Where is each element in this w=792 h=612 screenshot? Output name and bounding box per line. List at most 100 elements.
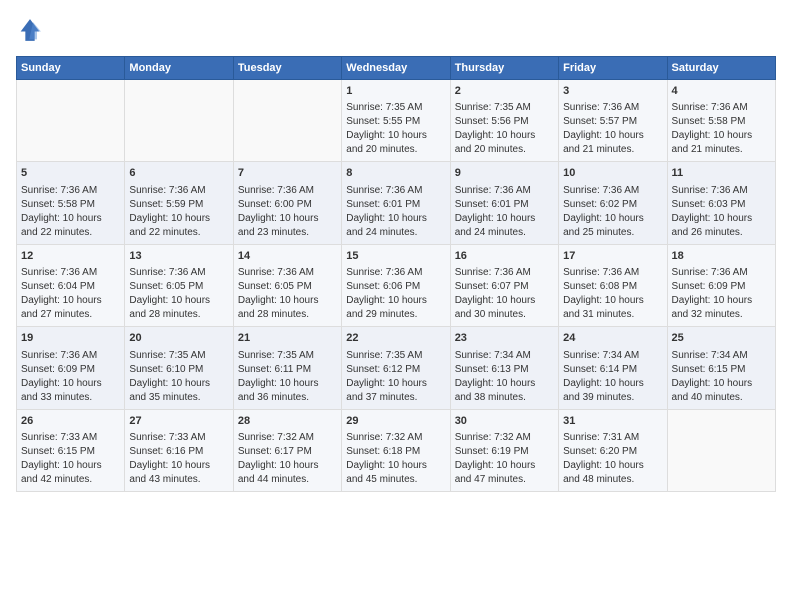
day-info: Sunrise: 7:32 AM Sunset: 6:17 PM Dayligh…: [238, 431, 337, 487]
calendar-cell: [17, 80, 125, 162]
weekday-header: Saturday: [667, 57, 775, 80]
sunrise-text: Sunrise: 7:33 AM: [21, 432, 97, 443]
day-number: 12: [21, 249, 120, 264]
sunrise-text: Sunrise: 7:36 AM: [563, 102, 639, 113]
day-info: Sunrise: 7:35 AM Sunset: 6:10 PM Dayligh…: [129, 349, 228, 405]
sunrise-text: Sunrise: 7:36 AM: [455, 185, 531, 196]
sunrise-text: Sunrise: 7:36 AM: [672, 185, 748, 196]
calendar-cell: 7 Sunrise: 7:36 AM Sunset: 6:00 PM Dayli…: [233, 162, 341, 244]
sunrise-text: Sunrise: 7:31 AM: [563, 432, 639, 443]
day-number: 6: [129, 166, 228, 181]
calendar-cell: [233, 80, 341, 162]
calendar-cell: 19 Sunrise: 7:36 AM Sunset: 6:09 PM Dayl…: [17, 327, 125, 409]
calendar-cell: 21 Sunrise: 7:35 AM Sunset: 6:11 PM Dayl…: [233, 327, 341, 409]
weekday-row: SundayMondayTuesdayWednesdayThursdayFrid…: [17, 57, 776, 80]
daylight-text: Daylight: 10 hours and 31 minutes.: [563, 295, 644, 320]
day-info: Sunrise: 7:36 AM Sunset: 6:01 PM Dayligh…: [455, 184, 554, 240]
day-info: Sunrise: 7:35 AM Sunset: 5:56 PM Dayligh…: [455, 101, 554, 157]
calendar-week-row: 5 Sunrise: 7:36 AM Sunset: 5:58 PM Dayli…: [17, 162, 776, 244]
day-number: 16: [455, 249, 554, 264]
sunset-text: Sunset: 6:18 PM: [346, 446, 420, 457]
daylight-text: Daylight: 10 hours and 45 minutes.: [346, 460, 427, 485]
calendar-cell: 26 Sunrise: 7:33 AM Sunset: 6:15 PM Dayl…: [17, 409, 125, 491]
daylight-text: Daylight: 10 hours and 35 minutes.: [129, 378, 210, 403]
day-info: Sunrise: 7:36 AM Sunset: 5:57 PM Dayligh…: [563, 101, 662, 157]
sunset-text: Sunset: 6:06 PM: [346, 281, 420, 292]
sunset-text: Sunset: 6:01 PM: [346, 199, 420, 210]
calendar-cell: 5 Sunrise: 7:36 AM Sunset: 5:58 PM Dayli…: [17, 162, 125, 244]
sunset-text: Sunset: 6:07 PM: [455, 281, 529, 292]
sunrise-text: Sunrise: 7:35 AM: [129, 350, 205, 361]
sunset-text: Sunset: 6:00 PM: [238, 199, 312, 210]
day-info: Sunrise: 7:36 AM Sunset: 6:05 PM Dayligh…: [129, 266, 228, 322]
sunrise-text: Sunrise: 7:35 AM: [238, 350, 314, 361]
sunrise-text: Sunrise: 7:32 AM: [238, 432, 314, 443]
daylight-text: Daylight: 10 hours and 44 minutes.: [238, 460, 319, 485]
sunset-text: Sunset: 6:20 PM: [563, 446, 637, 457]
day-info: Sunrise: 7:33 AM Sunset: 6:15 PM Dayligh…: [21, 431, 120, 487]
calendar-cell: 6 Sunrise: 7:36 AM Sunset: 5:59 PM Dayli…: [125, 162, 233, 244]
calendar-cell: 11 Sunrise: 7:36 AM Sunset: 6:03 PM Dayl…: [667, 162, 775, 244]
calendar-cell: 9 Sunrise: 7:36 AM Sunset: 6:01 PM Dayli…: [450, 162, 558, 244]
day-number: 23: [455, 331, 554, 346]
day-info: Sunrise: 7:36 AM Sunset: 6:09 PM Dayligh…: [672, 266, 771, 322]
sunrise-text: Sunrise: 7:36 AM: [672, 102, 748, 113]
weekday-header: Monday: [125, 57, 233, 80]
calendar-cell: 27 Sunrise: 7:33 AM Sunset: 6:16 PM Dayl…: [125, 409, 233, 491]
sunrise-text: Sunrise: 7:34 AM: [672, 350, 748, 361]
sunrise-text: Sunrise: 7:32 AM: [455, 432, 531, 443]
sunrise-text: Sunrise: 7:36 AM: [238, 185, 314, 196]
logo-icon: [16, 16, 44, 44]
day-info: Sunrise: 7:36 AM Sunset: 6:06 PM Dayligh…: [346, 266, 445, 322]
day-info: Sunrise: 7:36 AM Sunset: 6:04 PM Dayligh…: [21, 266, 120, 322]
day-number: 2: [455, 84, 554, 99]
daylight-text: Daylight: 10 hours and 24 minutes.: [346, 213, 427, 238]
daylight-text: Daylight: 10 hours and 26 minutes.: [672, 213, 753, 238]
day-info: Sunrise: 7:36 AM Sunset: 6:01 PM Dayligh…: [346, 184, 445, 240]
sunrise-text: Sunrise: 7:36 AM: [21, 185, 97, 196]
calendar-week-row: 19 Sunrise: 7:36 AM Sunset: 6:09 PM Dayl…: [17, 327, 776, 409]
sunrise-text: Sunrise: 7:36 AM: [455, 267, 531, 278]
day-number: 20: [129, 331, 228, 346]
weekday-header: Tuesday: [233, 57, 341, 80]
calendar-cell: 20 Sunrise: 7:35 AM Sunset: 6:10 PM Dayl…: [125, 327, 233, 409]
daylight-text: Daylight: 10 hours and 21 minutes.: [672, 130, 753, 155]
sunset-text: Sunset: 6:08 PM: [563, 281, 637, 292]
weekday-header: Thursday: [450, 57, 558, 80]
day-info: Sunrise: 7:36 AM Sunset: 6:03 PM Dayligh…: [672, 184, 771, 240]
calendar-cell: 12 Sunrise: 7:36 AM Sunset: 6:04 PM Dayl…: [17, 244, 125, 326]
calendar-week-row: 12 Sunrise: 7:36 AM Sunset: 6:04 PM Dayl…: [17, 244, 776, 326]
sunset-text: Sunset: 6:09 PM: [21, 364, 95, 375]
day-number: 8: [346, 166, 445, 181]
day-info: Sunrise: 7:35 AM Sunset: 5:55 PM Dayligh…: [346, 101, 445, 157]
sunrise-text: Sunrise: 7:36 AM: [129, 185, 205, 196]
day-info: Sunrise: 7:35 AM Sunset: 6:11 PM Dayligh…: [238, 349, 337, 405]
day-number: 31: [563, 414, 662, 429]
sunset-text: Sunset: 6:09 PM: [672, 281, 746, 292]
sunset-text: Sunset: 6:14 PM: [563, 364, 637, 375]
daylight-text: Daylight: 10 hours and 28 minutes.: [238, 295, 319, 320]
calendar-table: SundayMondayTuesdayWednesdayThursdayFrid…: [16, 56, 776, 492]
page-header: [16, 16, 776, 44]
day-number: 19: [21, 331, 120, 346]
calendar-cell: 29 Sunrise: 7:32 AM Sunset: 6:18 PM Dayl…: [342, 409, 450, 491]
calendar-cell: 10 Sunrise: 7:36 AM Sunset: 6:02 PM Dayl…: [559, 162, 667, 244]
sunset-text: Sunset: 6:11 PM: [238, 364, 311, 375]
sunrise-text: Sunrise: 7:36 AM: [563, 185, 639, 196]
calendar-cell: 31 Sunrise: 7:31 AM Sunset: 6:20 PM Dayl…: [559, 409, 667, 491]
sunrise-text: Sunrise: 7:34 AM: [563, 350, 639, 361]
sunset-text: Sunset: 6:19 PM: [455, 446, 529, 457]
calendar-cell: 13 Sunrise: 7:36 AM Sunset: 6:05 PM Dayl…: [125, 244, 233, 326]
day-info: Sunrise: 7:34 AM Sunset: 6:15 PM Dayligh…: [672, 349, 771, 405]
logo: [16, 16, 48, 44]
daylight-text: Daylight: 10 hours and 47 minutes.: [455, 460, 536, 485]
day-number: 22: [346, 331, 445, 346]
daylight-text: Daylight: 10 hours and 37 minutes.: [346, 378, 427, 403]
sunset-text: Sunset: 6:04 PM: [21, 281, 95, 292]
sunset-text: Sunset: 6:17 PM: [238, 446, 312, 457]
day-number: 26: [21, 414, 120, 429]
daylight-text: Daylight: 10 hours and 24 minutes.: [455, 213, 536, 238]
day-info: Sunrise: 7:36 AM Sunset: 5:58 PM Dayligh…: [672, 101, 771, 157]
sunrise-text: Sunrise: 7:35 AM: [346, 350, 422, 361]
day-number: 17: [563, 249, 662, 264]
